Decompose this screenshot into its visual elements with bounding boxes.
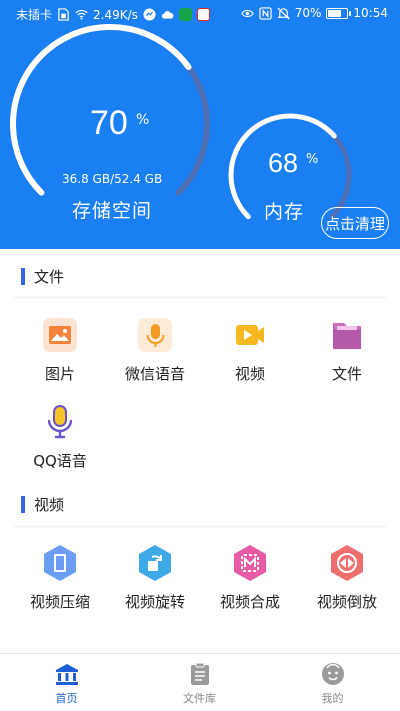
grid-item-label: QQ语音: [33, 452, 87, 470]
grid-item-label: 文件: [331, 365, 362, 383]
folder-icon: [327, 315, 367, 355]
video-merge-icon: [230, 543, 270, 583]
grid-item-video-reverse[interactable]: 视频倒放: [297, 543, 397, 625]
section-accent-bar: [21, 268, 25, 285]
header-panel: 未插卡 2.49K/s 70% 10:54 70 % 36.8 GB/52.4 …: [0, 0, 400, 249]
qq-voice-icon: [40, 402, 80, 442]
home-icon: [56, 664, 78, 685]
grid-item-label: 视频: [234, 365, 265, 383]
grid-item-label: 视频合成: [219, 593, 280, 611]
grid-item-wechat-voice[interactable]: 微信语音: [105, 315, 205, 397]
memory-label: 内存: [264, 201, 305, 223]
grid-item-label: 微信语音: [124, 365, 185, 383]
video-rotate-icon: [135, 543, 175, 583]
video-section-header: 视频: [0, 490, 400, 520]
nav-item-file-library[interactable]: 文件库: [133, 654, 266, 711]
grid-item-label: 图片: [44, 365, 75, 383]
files-section-title: 文件: [34, 268, 65, 286]
clean-button[interactable]: 点击清理: [321, 207, 389, 239]
image-icon: [40, 315, 80, 355]
grid-item-images[interactable]: 图片: [10, 315, 110, 397]
memory-percent-sign: %: [306, 152, 319, 167]
bottom-nav: 首页 文件库 我的: [0, 653, 400, 711]
video-reverse-icon: [327, 543, 367, 583]
grid-item-label: 视频压缩: [29, 593, 90, 611]
nav-label: 首页: [55, 692, 78, 705]
section-accent-bar: [21, 496, 25, 513]
video-section-title: 视频: [34, 496, 65, 514]
profile-icon: [322, 663, 344, 685]
nav-label: 我的: [321, 692, 344, 705]
storage-label: 存储空间: [72, 200, 153, 222]
grid-item-video-compress[interactable]: 视频压缩: [10, 543, 110, 625]
wechat-voice-icon: [135, 315, 175, 355]
grid-item-video-rotate[interactable]: 视频旋转: [105, 543, 205, 625]
video-icon: [230, 315, 270, 355]
nav-item-profile[interactable]: 我的: [266, 654, 399, 711]
nav-item-home[interactable]: 首页: [0, 654, 133, 711]
grid-item-files[interactable]: 文件: [297, 315, 397, 397]
divider: [14, 297, 386, 298]
divider: [14, 526, 386, 527]
nav-label: 文件库: [183, 692, 216, 705]
grid-item-qq-voice[interactable]: QQ语音: [10, 402, 110, 484]
storage-size: 36.8 GB/52.4 GB: [62, 172, 163, 186]
grid-item-video-merge[interactable]: 视频合成: [200, 543, 300, 625]
storage-percent-sign: %: [136, 112, 150, 128]
memory-percent: 68: [268, 148, 299, 178]
grid-item-label: 视频旋转: [124, 593, 185, 611]
storage-percent: 70: [90, 104, 128, 142]
grid-item-label: 视频倒放: [316, 593, 377, 611]
files-section-header: 文件: [0, 262, 400, 292]
grid-item-video[interactable]: 视频: [200, 315, 300, 397]
clipboard-icon: [191, 662, 209, 685]
video-compress-icon: [40, 543, 80, 583]
